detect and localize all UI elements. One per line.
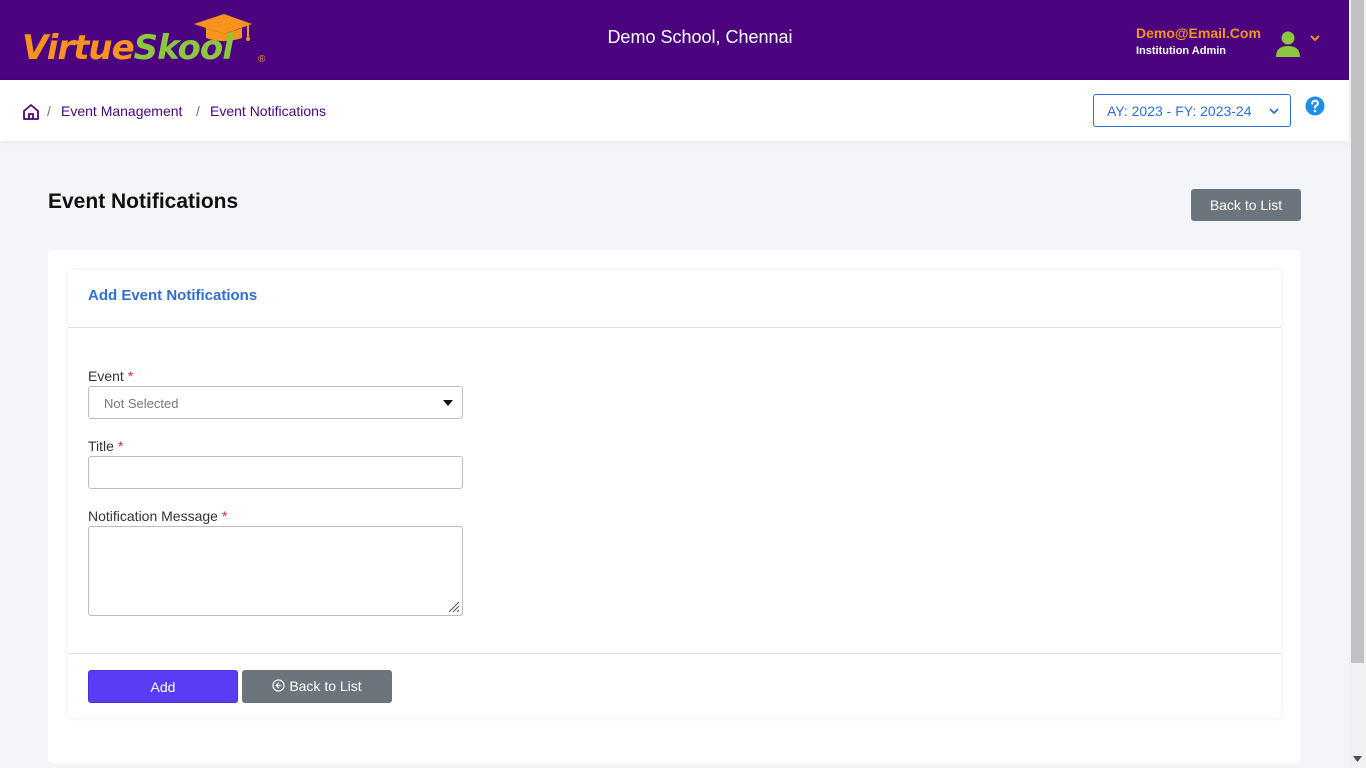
logo-wordmark: VirtueSkool [22, 28, 234, 68]
user-email[interactable]: Demo@Email.Com [1136, 25, 1261, 41]
notification-message-textarea[interactable] [88, 526, 463, 616]
logo-skool: Skool [133, 28, 234, 68]
event-select-value: Not Selected [104, 396, 179, 411]
user-role: Institution Admin [1136, 45, 1227, 57]
required-mark: * [127, 368, 134, 384]
required-mark: * [117, 438, 124, 454]
top-header: VirtueSkool ® Demo School, Chennai Demo@… [0, 0, 1349, 80]
breadcrumb-event-management[interactable]: Event Management [61, 103, 182, 119]
page-scrollbar[interactable] [1349, 0, 1366, 768]
breadcrumb-event-notifications[interactable]: Event Notifications [210, 103, 326, 119]
home-icon[interactable] [22, 103, 40, 121]
footer-back-label: Back to List [289, 677, 362, 694]
back-to-list-button[interactable]: Back to List [1191, 189, 1301, 221]
required-mark: * [221, 508, 228, 524]
school-name: Demo School, Chennai [607, 27, 793, 47]
caret-down-icon [443, 400, 453, 406]
scroll-down-arrow-icon[interactable] [1353, 756, 1362, 762]
title-label-text: Title [88, 438, 114, 454]
logo-virtue: Virtue [22, 28, 135, 68]
footer-back-content: Back to List [272, 677, 362, 694]
form-card-header: Add Event Notifications [68, 270, 1281, 328]
question-circle-icon[interactable] [1305, 96, 1325, 116]
notification-message-label: Notification Message * [88, 508, 227, 524]
breadcrumb-separator: / [196, 103, 200, 119]
event-label-text: Event [88, 368, 124, 384]
notification-message-label-text: Notification Message [88, 508, 218, 524]
academic-year-select[interactable]: AY: 2023 - FY: 2023-24 [1093, 94, 1291, 127]
chevron-down-icon[interactable] [1309, 33, 1321, 43]
arrow-left-circle-icon [272, 679, 285, 692]
title-input[interactable] [88, 456, 463, 489]
event-label: Event * [88, 368, 133, 384]
page-title: Event Notifications [48, 190, 239, 213]
breadcrumb-bar: / Event Management / Event Notifications… [0, 80, 1349, 141]
virtueskool-logo[interactable]: VirtueSkool ® [22, 14, 272, 68]
form-card-title: Add Event Notifications [88, 287, 258, 304]
form-card: Add Event Notifications Event * Not Sele… [68, 270, 1281, 718]
user-avatar-icon[interactable] [1273, 28, 1303, 58]
add-button[interactable]: Add [88, 670, 238, 703]
content-card: Add Event Notifications Event * Not Sele… [48, 250, 1301, 763]
title-label: Title * [88, 438, 123, 454]
chevron-down-icon [1269, 108, 1279, 115]
resize-grip-icon[interactable] [448, 601, 460, 613]
event-select[interactable]: Not Selected [88, 386, 463, 419]
footer-back-to-list-button[interactable]: Back to List [242, 670, 392, 703]
logo-registered-mark: ® [258, 54, 266, 65]
form-card-footer: Add Back to List [68, 653, 1281, 718]
academic-year-value: AY: 2023 - FY: 2023-24 [1107, 103, 1252, 119]
scrollbar-thumb[interactable] [1351, 0, 1364, 663]
breadcrumb-separator: / [47, 103, 51, 119]
